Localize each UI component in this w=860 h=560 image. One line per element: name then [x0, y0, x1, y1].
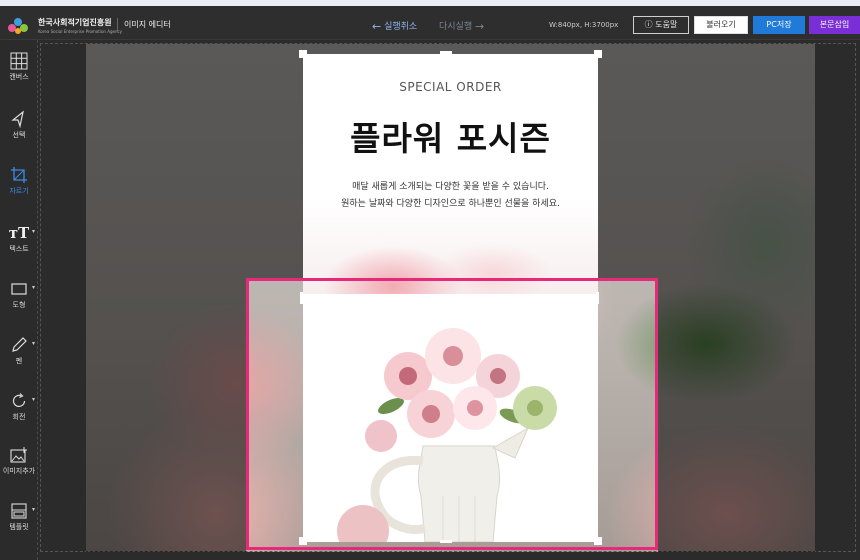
tool-crop[interactable]: 자르기	[0, 166, 38, 196]
help-label: 도움말	[655, 20, 678, 29]
tool-label: 템플릿	[9, 523, 29, 531]
tool-shape[interactable]: ▾ 도형	[0, 280, 38, 310]
logo-icon	[8, 18, 28, 34]
canvas-size-readout: W:840px, H:3700px	[549, 21, 619, 29]
canvas-resize-handle-nw[interactable]	[299, 50, 307, 58]
tool-label: 펜	[15, 357, 23, 365]
description-line: 원하는 날짜와 다양한 디자인으로 하나뿐인 선물을 하세요.	[341, 199, 560, 209]
tool-label: 도형	[12, 301, 26, 309]
description-line: 매달 새롭게 소개되는 다양한 꽃을 받을 수 있습니다.	[352, 182, 549, 192]
chevron-down-icon: ▾	[31, 284, 35, 291]
load-button[interactable]: 불러오기	[694, 16, 748, 34]
app-title: 이미지 에디터	[124, 20, 171, 29]
rotate-icon	[12, 393, 26, 407]
canvas-resize-handle-se[interactable]	[594, 537, 602, 545]
tool-label: 회전	[12, 413, 26, 421]
tool-select[interactable]: 선택	[0, 110, 38, 140]
redo-button[interactable]: 다시실행 →	[439, 19, 484, 33]
canvas-resize-handle-ne[interactable]	[594, 50, 602, 58]
undo-label: 실행취소	[384, 22, 418, 32]
crop-selection-frame[interactable]	[246, 278, 658, 550]
chevron-down-icon: ▾	[31, 340, 35, 347]
template-icon	[11, 503, 27, 519]
pen-icon	[12, 337, 27, 352]
chevron-down-icon: ▾	[31, 506, 35, 513]
canvas-resize-handle-sw[interactable]	[299, 537, 307, 545]
tool-label: 캔버스	[9, 73, 29, 81]
undo-button[interactable]: ← 실행취소	[372, 19, 417, 33]
crop-dim-right	[658, 278, 815, 552]
tool-add-image[interactable]: 이미지추가	[0, 446, 38, 476]
insert-into-body-button[interactable]: 본문삽입	[809, 16, 860, 34]
cursor-icon	[11, 110, 24, 128]
arrow-left-icon: ←	[372, 20, 382, 33]
arrow-right-icon: →	[475, 20, 485, 33]
header-divider	[117, 18, 118, 32]
org-subtitle: Korea Social Enterprise Promotion Agency	[38, 29, 123, 34]
canvas-resize-handle-n[interactable]	[440, 51, 452, 54]
tool-text[interactable]: ᴛT ▾ 텍스트	[0, 224, 38, 254]
pc-save-button[interactable]: PC저장	[753, 16, 805, 34]
chevron-down-icon: ▾	[31, 228, 35, 235]
crop-dim-left	[86, 278, 246, 552]
tool-canvas[interactable]: 캔버스	[0, 52, 38, 82]
canvas-resize-handle-s[interactable]	[440, 540, 452, 543]
tool-label: 텍스트	[9, 245, 29, 253]
headline-text[interactable]: 플라워 포시즌	[303, 112, 598, 160]
crop-icon	[11, 167, 27, 183]
tool-template[interactable]: ▾ 템플릿	[0, 502, 38, 532]
tool-rotate[interactable]: ▾ 회전	[0, 392, 38, 422]
image-add-icon	[10, 447, 27, 463]
rectangle-icon	[11, 283, 27, 295]
tool-label: 선택	[12, 131, 26, 139]
question-circle-icon: ⓘ	[644, 20, 653, 29]
org-name: 한국사회적기업진흥원	[38, 18, 112, 27]
tool-pen[interactable]: ▾ 펜	[0, 336, 38, 366]
canvas-resize-handle-e[interactable]	[596, 292, 599, 304]
tool-label: 이미지추가	[2, 467, 36, 475]
grid-icon	[10, 52, 28, 70]
canvas-resize-handle-w[interactable]	[300, 292, 303, 304]
help-button[interactable]: ⓘ 도움말	[633, 16, 689, 34]
tool-label: 자르기	[9, 187, 29, 195]
tool-sidebar: 캔버스 선택 자르기 ᴛT ▾ 텍스트 ▾ 도형 ▾ 펜 ▾ 회전 이미지추가 …	[0, 40, 38, 560]
description-text[interactable]: 매달 새롭게 소개되는 다양한 꽃을 받을 수 있습니다. 원하는 날짜와 다양…	[303, 179, 598, 213]
top-bar: 한국사회적기업진흥원 Korea Social Enterprise Promo…	[0, 0, 860, 40]
special-order-label[interactable]: SPECIAL ORDER	[303, 80, 598, 94]
chevron-down-icon: ▾	[31, 396, 35, 403]
redo-label: 다시실행	[439, 22, 473, 32]
